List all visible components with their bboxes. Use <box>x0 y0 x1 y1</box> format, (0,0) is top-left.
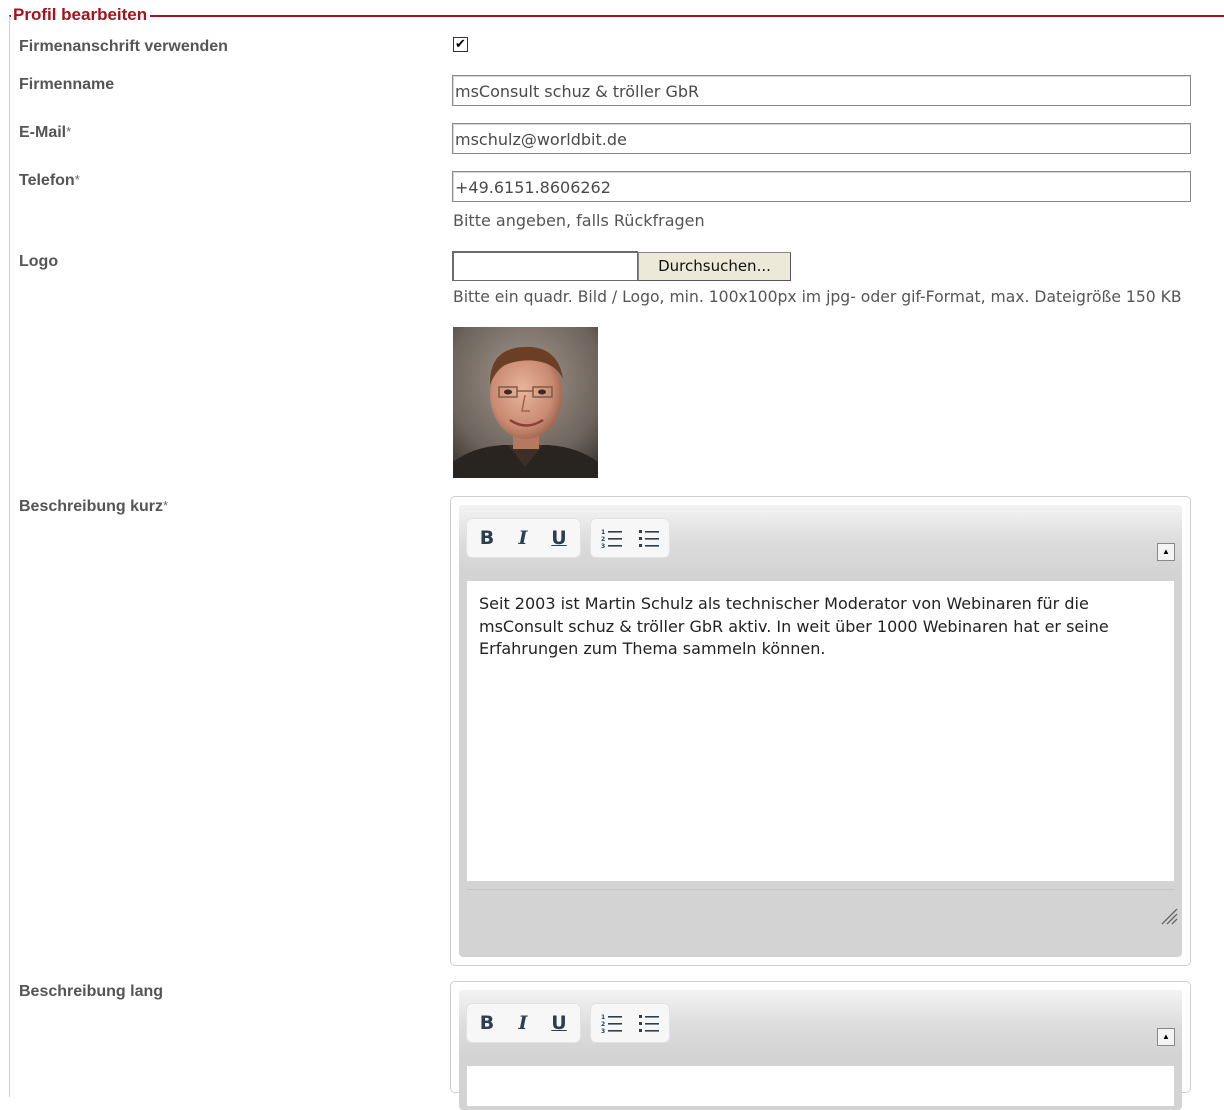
editor-frame: B I U 1 2 3 <box>459 505 1182 957</box>
unordered-list-button[interactable] <box>631 1004 667 1042</box>
ordered-list-icon: 1 2 3 <box>601 1014 622 1035</box>
editor-beschreibung-lang: B I U 1 2 3 ▲ <box>450 981 1191 1110</box>
unordered-list-icon <box>639 530 659 547</box>
editor-beschreibung-kurz: B I U 1 2 3 ▲ Seit 2003 ist Martin Schul… <box>450 496 1191 966</box>
collapse-toolbar-button[interactable]: ▲ <box>1157 1028 1175 1046</box>
label-logo: Logo <box>19 253 59 270</box>
ordered-list-button[interactable]: 1 2 3 <box>594 519 630 557</box>
email-input[interactable]: mschulz@worldbit.de <box>452 123 1191 154</box>
label-beschreibung-kurz: Beschreibung kurz* <box>19 498 169 515</box>
label-telefon: Telefon* <box>19 172 80 189</box>
svg-text:1: 1 <box>601 529 605 536</box>
telefon-input[interactable]: +49.6151.8606262 <box>452 171 1191 202</box>
list-button-group: 1 2 3 <box>591 1004 669 1042</box>
collapse-icon: ▲ <box>1162 547 1170 556</box>
underline-button[interactable]: U <box>541 519 577 557</box>
fieldset-legend: Profil bearbeiten <box>11 4 151 26</box>
underline-button[interactable]: U <box>541 1004 577 1042</box>
firmenanschrift-checkbox[interactable]: ✔ <box>453 37 468 52</box>
logo-photo <box>453 327 598 478</box>
collapse-icon: ▲ <box>1162 1032 1170 1041</box>
bold-button[interactable]: B <box>469 1004 505 1042</box>
svg-text:3: 3 <box>601 543 605 548</box>
required-marker: * <box>66 124 72 139</box>
telefon-hint: Bitte angeben, falls Rückfragen <box>453 211 705 230</box>
editor-content-kurz[interactable]: Seit 2003 ist Martin Schulz als technisc… <box>467 581 1174 881</box>
browse-button[interactable]: Durchsuchen... <box>638 252 791 281</box>
svg-text:1: 1 <box>601 1014 605 1021</box>
italic-button[interactable]: I <box>505 519 541 557</box>
label-firmenname: Firmenname <box>19 76 115 93</box>
format-button-group: B I U <box>467 519 580 557</box>
editor-frame: B I U 1 2 3 <box>459 990 1182 1110</box>
italic-icon: I <box>518 527 528 549</box>
ordered-list-button[interactable]: 1 2 3 <box>594 1004 630 1042</box>
format-button-group: B I U <box>467 1004 580 1042</box>
label-email: E-Mail* <box>19 124 72 141</box>
logo-hint: Bitte ein quadr. Bild / Logo, min. 100x1… <box>453 288 1182 306</box>
unordered-list-icon <box>639 1015 659 1032</box>
underline-icon: U <box>551 527 567 549</box>
svg-text:2: 2 <box>601 536 605 543</box>
italic-icon: I <box>518 1012 528 1034</box>
editor-toolbar: B I U 1 2 3 ▲ <box>459 990 1182 1058</box>
editor-statusbar-divider <box>467 889 1174 890</box>
editor-toolbar: B I U 1 2 3 ▲ <box>459 505 1182 573</box>
svg-text:2: 2 <box>601 1021 605 1028</box>
ordered-list-icon: 1 2 3 <box>601 529 622 550</box>
required-marker: * <box>163 498 169 513</box>
label-firmenanschrift: Firmenanschrift verwenden <box>19 38 228 55</box>
list-button-group: 1 2 3 <box>591 519 669 557</box>
label-beschreibung-lang: Beschreibung lang <box>19 983 164 1000</box>
svg-text:3: 3 <box>601 1028 605 1033</box>
resize-grip-icon[interactable] <box>1158 905 1178 925</box>
bold-icon: B <box>479 527 495 549</box>
bold-button[interactable]: B <box>469 519 505 557</box>
firmenname-input[interactable]: msConsult schuz & tröller GbR <box>452 75 1191 106</box>
checkmark-icon: ✔ <box>455 36 466 51</box>
italic-button[interactable]: I <box>505 1004 541 1042</box>
collapse-toolbar-button[interactable]: ▲ <box>1157 543 1175 561</box>
underline-icon: U <box>551 1012 567 1034</box>
unordered-list-button[interactable] <box>631 519 667 557</box>
bold-icon: B <box>479 1012 495 1034</box>
required-marker: * <box>74 172 80 187</box>
logo-file-input[interactable] <box>452 251 638 281</box>
editor-content-lang[interactable] <box>467 1066 1174 1106</box>
